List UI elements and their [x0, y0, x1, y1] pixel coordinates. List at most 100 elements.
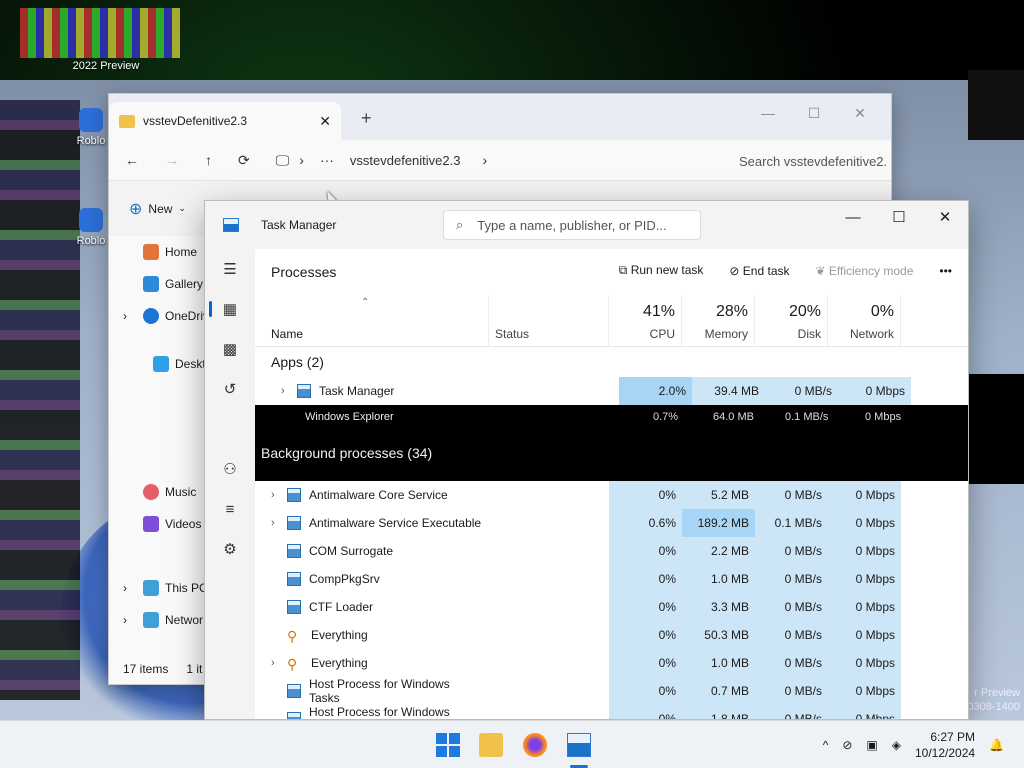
- table-row[interactable]: CompPkgSrv 0% 1.0 MB 0 MB/s 0 Mbps: [255, 565, 968, 593]
- disk-value: 0 MB/s: [755, 621, 828, 649]
- up-button[interactable]: ↑: [205, 152, 212, 168]
- group-header-background: Background processes (34): [261, 445, 433, 461]
- memory-value: 3.3 MB: [682, 593, 755, 621]
- network-value: 0 Mbps: [828, 705, 901, 719]
- column-disk[interactable]: 20% Disk: [755, 295, 828, 347]
- processes-tab-icon[interactable]: ▦: [205, 289, 255, 329]
- new-button[interactable]: New: [148, 202, 172, 216]
- back-button[interactable]: ←: [125, 152, 139, 168]
- task-manager-icon[interactable]: [567, 733, 591, 757]
- sidebar-item-onedrive[interactable]: › OneDriv: [109, 300, 219, 332]
- sort-arrow-icon: ⌃: [361, 297, 370, 308]
- file-explorer-icon[interactable]: [479, 733, 503, 757]
- table-row[interactable]: Host Process for Windows Tasks 0% 0.7 MB 0 …: [255, 677, 968, 705]
- hamburger-menu-icon[interactable]: ☰: [205, 249, 255, 289]
- column-name[interactable]: ⌃ Name: [255, 295, 489, 347]
- explorer-tab[interactable]: vsstevDefenitive2.3 ✕: [109, 102, 341, 140]
- process-icon: [287, 600, 301, 614]
- explorer-search-input[interactable]: Search vsstevdefenitive2.: [727, 146, 893, 176]
- chevron-right-icon: ›: [482, 152, 488, 168]
- forward-button[interactable]: →: [165, 152, 179, 168]
- roblox-icon: [79, 208, 103, 232]
- table-row[interactable]: › Antimalware Core Service 0% 5.2 MB 0 MB/s 0…: [255, 481, 968, 509]
- close-tab-icon[interactable]: ✕: [319, 113, 331, 130]
- maximize-button[interactable]: ☐: [876, 201, 922, 233]
- minimize-button[interactable]: —: [745, 98, 791, 128]
- memory-value: 50.3 MB: [682, 621, 755, 649]
- cpu-value: 0%: [609, 593, 682, 621]
- folder-icon: [119, 114, 135, 128]
- column-status[interactable]: Status: [489, 295, 609, 347]
- breadcrumb[interactable]: vsstevdefenitive2.3: [350, 153, 461, 168]
- cpu-value: 0%: [609, 677, 682, 705]
- sidebar-item-this-pc[interactable]: › This PC: [109, 572, 219, 604]
- minimize-button[interactable]: —: [830, 201, 876, 233]
- table-row[interactable]: › ⚲ Everything 0% 1.0 MB 0 MB/s 0 Mbps: [255, 649, 968, 677]
- chevron-up-icon[interactable]: ^: [823, 738, 829, 752]
- this-pc-icon[interactable]: 🖵: [276, 152, 290, 169]
- chevron-right-icon: ›: [123, 309, 127, 323]
- desktop-icon[interactable]: 2022 Preview: [66, 60, 146, 72]
- run-new-task-button[interactable]: ⧉ Run new task: [619, 263, 704, 278]
- memory-value: 0.7 MB: [682, 677, 755, 705]
- firefox-icon[interactable]: [523, 733, 547, 757]
- new-tab-button[interactable]: +: [361, 108, 372, 129]
- disk-value: 0 MB/s: [755, 537, 828, 565]
- table-row[interactable]: ⚲ Everything 0% 50.3 MB 0 MB/s 0 Mbps: [255, 621, 968, 649]
- explorer-status-bar: 17 items 1 it: [109, 654, 219, 684]
- sidebar-item-gallery[interactable]: Gallery: [109, 268, 219, 300]
- maximize-button[interactable]: ☐: [791, 98, 837, 128]
- process-name-label: Everything: [311, 628, 368, 642]
- disk-value: 0 MB/s: [765, 377, 838, 405]
- table-row[interactable]: Host Process for Windows Tasks0%1.8 MB0 …: [255, 705, 968, 719]
- window-title: Task Manager: [261, 218, 337, 232]
- close-button[interactable]: ✕: [837, 98, 883, 128]
- table-row[interactable]: › Antimalware Service Executable 0.6% 189.2…: [255, 509, 968, 537]
- notification-bell-icon[interactable]: 🔔: [989, 738, 1004, 752]
- table-row[interactable]: › Task Manager 2.0% 39.4 MB 0 MB/s 0 Mbp…: [255, 377, 968, 405]
- process-search-input[interactable]: ⌕ Type a name, publisher, or PID...: [443, 210, 701, 240]
- sidebar-item-label: OneDriv: [165, 309, 210, 323]
- app-history-tab-icon[interactable]: ↺: [205, 369, 255, 409]
- chevron-right-icon: ›: [123, 613, 127, 627]
- details-tab-icon[interactable]: ≡: [205, 489, 255, 529]
- disk-value: 0 MB/s: [755, 565, 828, 593]
- column-network[interactable]: 0% Network: [828, 295, 901, 347]
- column-cpu[interactable]: 41% CPU: [609, 295, 682, 347]
- task-manager-title-bar: Task Manager ⌕ Type a name, publisher, o…: [205, 201, 968, 249]
- sidebar-item-videos[interactable]: Videos: [109, 508, 219, 540]
- process-name-label: Host Process for Windows Tasks: [309, 677, 450, 705]
- cpu-value: 0%: [609, 705, 682, 719]
- desktop-icon: [153, 356, 169, 372]
- column-memory[interactable]: 28% Memory: [682, 295, 755, 347]
- performance-tab-icon[interactable]: ▩: [205, 329, 255, 369]
- efficiency-mode-button[interactable]: ❦ Efficiency mode: [816, 264, 914, 278]
- end-task-button[interactable]: ⊘ End task: [729, 264, 789, 278]
- close-button[interactable]: ✕: [922, 201, 968, 233]
- sidebar-item-desktop[interactable]: Desktop: [109, 348, 219, 380]
- network-value: 0 Mbps: [828, 481, 901, 509]
- table-row[interactable]: CTF Loader 0% 3.3 MB 0 MB/s 0 Mbps: [255, 593, 968, 621]
- sidebar-item-home[interactable]: Home: [109, 236, 219, 268]
- services-tab-icon[interactable]: ⚙: [205, 529, 255, 569]
- start-tile: [449, 733, 460, 744]
- speaker-muted-icon[interactable]: ◈: [892, 738, 901, 752]
- display-icon[interactable]: ▣: [866, 738, 877, 752]
- process-name-label: CTF Loader: [309, 600, 374, 614]
- clock[interactable]: 6:27 PM 10/12/2024: [915, 729, 975, 761]
- memory-value: 39.4 MB: [692, 377, 765, 405]
- sidebar-item-music[interactable]: Music: [109, 476, 219, 508]
- more-options-button[interactable]: •••: [939, 264, 952, 278]
- process-name: › Antimalware Service Executable: [255, 509, 489, 537]
- chevron-right-icon: ›: [271, 517, 275, 529]
- explorer-tab-strip: vsstevDefenitive2.3 ✕ + — ☐ ✕: [109, 94, 891, 140]
- network-disconnected-icon[interactable]: ⊘: [842, 738, 852, 752]
- disk-value: 0.1 MB/s: [785, 411, 829, 423]
- memory-value: 189.2 MB: [682, 509, 755, 537]
- more-icon[interactable]: ···: [320, 152, 334, 168]
- users-tab-icon[interactable]: ⚇: [205, 449, 255, 489]
- start-button[interactable]: [436, 733, 460, 757]
- table-row[interactable]: COM Surrogate 0% 2.2 MB 0 MB/s 0 Mbps: [255, 537, 968, 565]
- refresh-button[interactable]: ⟳: [238, 152, 250, 169]
- sidebar-item-network[interactable]: › Networ: [109, 604, 219, 636]
